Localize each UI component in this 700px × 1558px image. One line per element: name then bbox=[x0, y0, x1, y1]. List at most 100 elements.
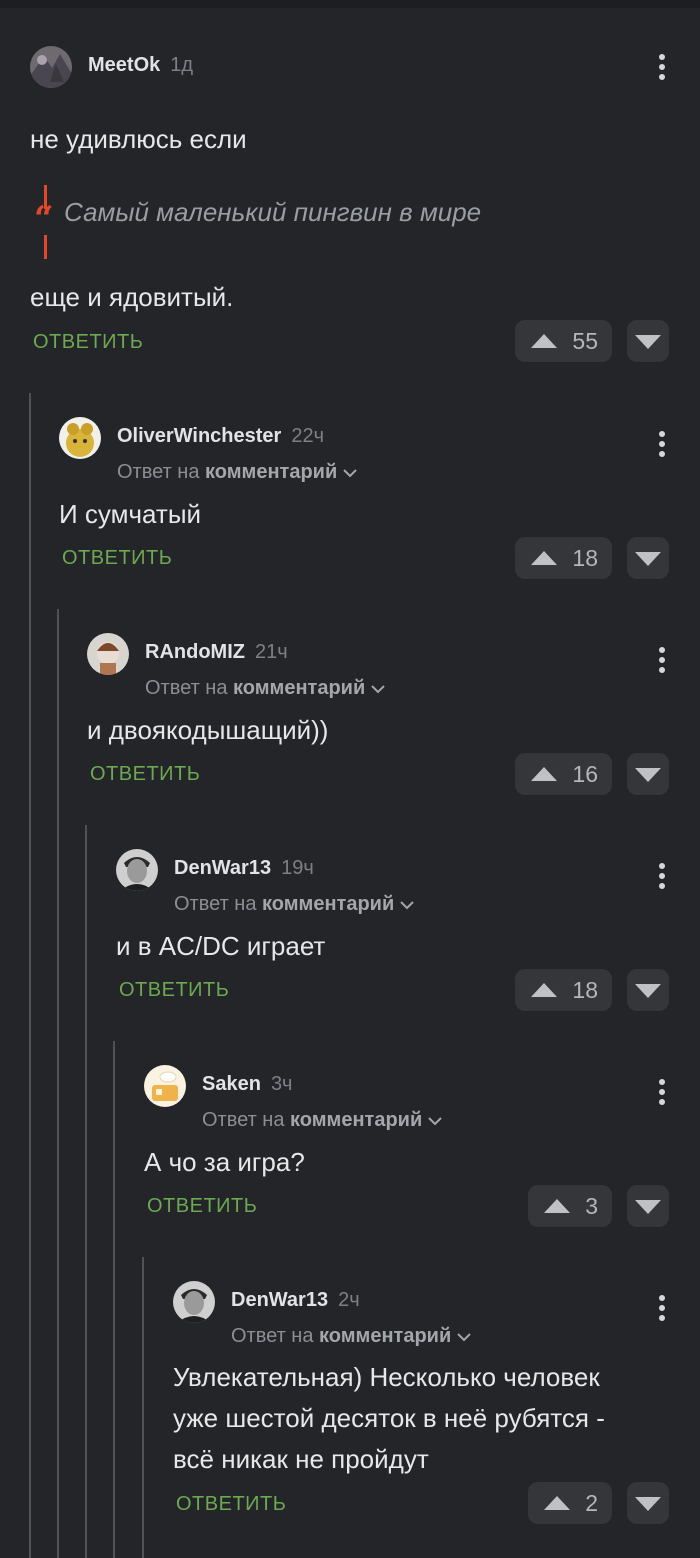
upvote-button[interactable]: 2 bbox=[528, 1482, 612, 1524]
downvote-button[interactable] bbox=[627, 969, 669, 1011]
more-options-icon[interactable] bbox=[654, 1287, 670, 1321]
quote-text: Самый маленький пингвин в мире bbox=[64, 197, 482, 227]
avatar[interactable] bbox=[87, 633, 129, 675]
reply-to-link[interactable]: Ответ на комментарий bbox=[231, 1325, 471, 1348]
avatar[interactable] bbox=[30, 46, 72, 88]
more-options-icon[interactable] bbox=[654, 855, 670, 889]
comment-text: не удивлюсь если bbox=[30, 124, 247, 154]
arrow-up-icon bbox=[544, 1496, 570, 1510]
reply-to-link[interactable]: Ответ на комментарий bbox=[117, 461, 357, 484]
chevron-down-icon bbox=[343, 469, 357, 478]
thread-line-level-2 bbox=[57, 609, 59, 1558]
more-options-icon[interactable] bbox=[654, 52, 670, 82]
comment-header: MeetOk 1д bbox=[30, 46, 700, 90]
reply-button[interactable]: ОТВЕТИТЬ bbox=[62, 547, 172, 570]
reply-to-link[interactable]: Ответ на комментарий bbox=[174, 893, 414, 916]
username[interactable]: OliverWinchester 22ч bbox=[117, 425, 324, 448]
comment-meetok: MeetOk 1д не удивлюсь если “ Самый малень… bbox=[30, 46, 700, 376]
comment-denwar13: DenWar13 19ч Ответ на комментарий и в AC/… bbox=[116, 849, 700, 1019]
comment-text: и двоякодышащий)) bbox=[87, 715, 329, 745]
arrow-down-icon bbox=[635, 984, 661, 998]
chevron-down-icon bbox=[428, 1117, 442, 1126]
avatar[interactable] bbox=[59, 417, 101, 459]
arrow-up-icon bbox=[544, 1199, 570, 1213]
comment-text: А чо за игра? bbox=[144, 1147, 305, 1177]
arrow-down-icon bbox=[635, 768, 661, 782]
comment-text: И сумчатый bbox=[59, 499, 202, 529]
username[interactable]: RAndoMIZ 21ч bbox=[145, 641, 288, 664]
comment-text-line-3: всё никак не пройдут bbox=[173, 1444, 429, 1474]
score: 18 bbox=[572, 977, 598, 1003]
reply-to-link[interactable]: Ответ на комментарий bbox=[145, 677, 385, 700]
upvote-button[interactable]: 3 bbox=[528, 1185, 612, 1227]
chevron-down-icon bbox=[457, 1333, 471, 1342]
downvote-button[interactable] bbox=[627, 1482, 669, 1524]
upvote-button[interactable]: 18 bbox=[515, 537, 612, 579]
more-options-icon[interactable] bbox=[654, 423, 670, 457]
downvote-button[interactable] bbox=[627, 537, 669, 579]
reply-button[interactable]: ОТВЕТИТЬ bbox=[90, 763, 200, 786]
score: 18 bbox=[572, 545, 598, 571]
username[interactable]: DenWar13 2ч bbox=[231, 1289, 360, 1312]
comment-denwar13-reply: DenWar13 2ч Ответ на комментарий Увлекате… bbox=[173, 1281, 700, 1541]
top-edge-bar bbox=[0, 0, 700, 8]
comment-oliverwinchester: OliverWinchester 22ч Ответ на комментарий… bbox=[59, 417, 700, 587]
reply-button[interactable]: ОТВЕТИТЬ bbox=[33, 331, 143, 354]
comment-time: 19ч bbox=[281, 857, 314, 879]
comment-header: DenWar13 2ч Ответ на комментарий bbox=[173, 1281, 700, 1347]
quote-icon: “ bbox=[34, 199, 54, 239]
comment-text-line-1: Увлекательная) Несколько человек bbox=[173, 1362, 600, 1392]
upvote-button[interactable]: 18 bbox=[515, 969, 612, 1011]
score: 2 bbox=[585, 1490, 598, 1516]
comment-time: 21ч bbox=[254, 641, 288, 663]
reply-button[interactable]: ОТВЕТИТЬ bbox=[147, 1195, 257, 1218]
comment-time: 22ч bbox=[291, 425, 324, 447]
arrow-down-icon bbox=[635, 552, 661, 566]
avatar[interactable] bbox=[144, 1065, 186, 1107]
comment-time: 3ч bbox=[270, 1073, 293, 1095]
arrow-down-icon bbox=[635, 1497, 661, 1511]
comment-quote: “ Самый маленький пингвин в мире bbox=[30, 185, 630, 260]
comment-header: Saken 3ч Ответ на комментарий bbox=[144, 1065, 700, 1131]
comment-time: 2ч bbox=[338, 1289, 360, 1311]
arrow-up-icon bbox=[531, 551, 557, 565]
avatar[interactable] bbox=[116, 849, 158, 891]
chevron-down-icon bbox=[371, 685, 385, 694]
comment-text-line-2: уже шестой десяток в неё рубятся - bbox=[173, 1403, 605, 1433]
comment-header: OliverWinchester 22ч Ответ на комментарий bbox=[59, 417, 700, 483]
comment-randomiz: RAndoMIZ 21ч Ответ на комментарий и двояк… bbox=[87, 633, 700, 803]
thread-line-level-5 bbox=[142, 1257, 144, 1558]
score: 16 bbox=[572, 761, 598, 787]
thread-line-level-3 bbox=[85, 825, 87, 1558]
comment-text: и в AC/DC играет bbox=[116, 931, 326, 961]
comment-header: DenWar13 19ч Ответ на комментарий bbox=[116, 849, 700, 915]
downvote-button[interactable] bbox=[627, 1185, 669, 1227]
arrow-down-icon bbox=[635, 335, 661, 349]
thread-line-level-1 bbox=[29, 393, 31, 1558]
more-options-icon[interactable] bbox=[654, 639, 670, 673]
arrow-up-icon bbox=[531, 334, 557, 348]
avatar[interactable] bbox=[173, 1281, 215, 1323]
arrow-up-icon bbox=[531, 983, 557, 997]
reply-button[interactable]: ОТВЕТИТЬ bbox=[176, 1493, 286, 1516]
comment-header: RAndoMIZ 21ч Ответ на комментарий bbox=[87, 633, 700, 699]
downvote-button[interactable] bbox=[627, 753, 669, 795]
downvote-button[interactable] bbox=[627, 320, 669, 362]
upvote-button[interactable]: 55 bbox=[515, 320, 612, 362]
comment-time: 1д bbox=[170, 54, 194, 76]
chevron-down-icon bbox=[400, 901, 414, 910]
username[interactable]: DenWar13 19ч bbox=[174, 857, 314, 880]
reply-to-link[interactable]: Ответ на комментарий bbox=[202, 1109, 442, 1132]
arrow-down-icon bbox=[635, 1200, 661, 1214]
reply-button[interactable]: ОТВЕТИТЬ bbox=[119, 979, 229, 1002]
comment-saken: Saken 3ч Ответ на комментарий А чо за игр… bbox=[144, 1065, 700, 1235]
upvote-button[interactable]: 16 bbox=[515, 753, 612, 795]
score: 55 bbox=[572, 328, 598, 354]
username[interactable]: Saken 3ч bbox=[202, 1073, 292, 1096]
username[interactable]: MeetOk 1д bbox=[88, 54, 193, 77]
quote-bar-bottom bbox=[44, 235, 47, 259]
thread-line-level-4 bbox=[113, 1041, 115, 1558]
arrow-up-icon bbox=[531, 767, 557, 781]
more-options-icon[interactable] bbox=[654, 1071, 670, 1105]
comment-text-continued: еще и ядовитый. bbox=[30, 282, 234, 312]
